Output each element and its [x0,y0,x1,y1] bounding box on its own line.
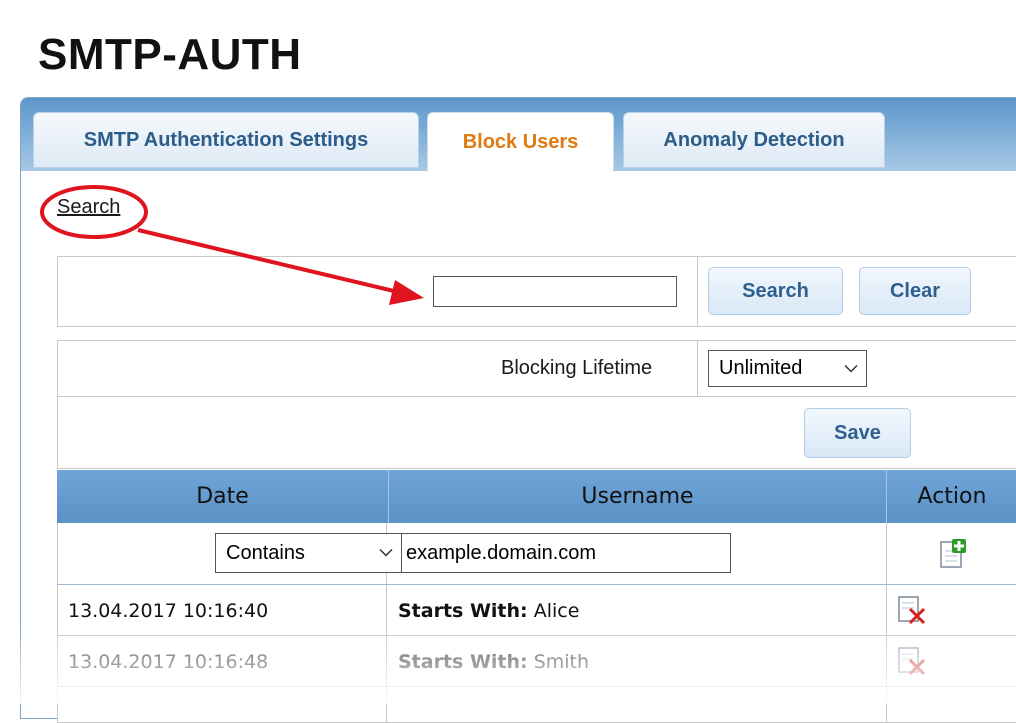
row-name: Alice [533,600,580,622]
match-type-value: Contains [226,541,305,564]
blocking-lifetime-select[interactable]: Unlimited [708,350,867,387]
username-filter-input[interactable]: example.domain.com [401,533,731,573]
tab-bar: SMTP Authentication Settings Block Users… [21,98,1016,172]
row-divider [57,686,1016,687]
tab-block-users[interactable]: Block Users [427,112,614,172]
column-header-action: Action [917,484,987,509]
row-name: Smith [533,651,590,673]
column-header-date[interactable]: Date [57,470,388,523]
save-button[interactable]: Save [804,408,911,458]
blocking-lifetime-label: Blocking Lifetime [501,357,653,379]
row-username: Starts With: Alice [398,600,579,622]
page-title: SMTP-AUTH [38,30,302,79]
search-input[interactable] [433,276,677,307]
clear-button[interactable]: Clear [859,267,971,315]
row-rule: Starts With: [398,600,528,622]
settings-col-divider [697,340,698,396]
column-header-username[interactable]: Username [389,470,886,523]
search-link[interactable]: Search [57,196,120,219]
row-date: 13.04.2017 10:16:48 [68,651,269,673]
add-icon[interactable] [938,537,968,569]
tab-anomaly-detection[interactable]: Anomaly Detection [623,112,885,168]
row-rule: Starts With: [398,651,528,673]
chevron-down-icon [379,548,393,557]
row-divider [57,635,1016,636]
search-button[interactable]: Search [708,267,843,315]
chevron-down-icon [844,364,858,373]
filter-row-divider [57,584,1016,585]
search-panel-divider [697,256,698,327]
table-header: Date Username Action [57,470,1016,523]
row-username: Starts With: Smith [398,651,589,673]
delete-icon[interactable] [896,594,928,626]
row-date: 13.04.2017 10:16:40 [68,600,269,622]
tab-smtp-authentication-settings[interactable]: SMTP Authentication Settings [33,112,419,168]
settings-divider [57,396,1016,397]
match-type-select[interactable]: Contains [215,533,402,573]
table-col-divider [886,523,887,723]
blocking-lifetime-value: Unlimited [719,357,803,379]
delete-icon[interactable] [896,645,928,677]
